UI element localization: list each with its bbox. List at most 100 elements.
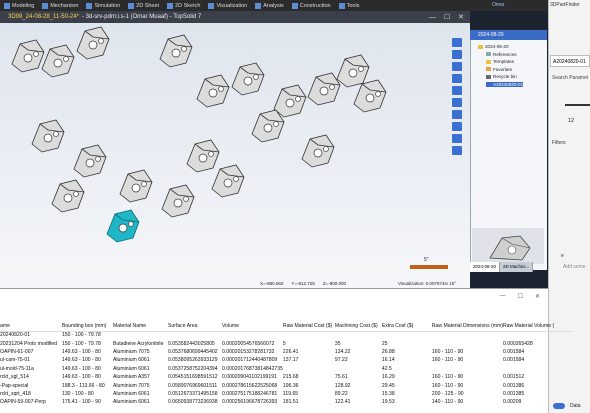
ribbon-tab-2d-sketch[interactable]: 2D Sketch xyxy=(163,2,204,9)
table-cell: 97.22 xyxy=(334,357,348,364)
ribbon-tab-simulation[interactable]: Simulation xyxy=(82,2,124,9)
layers-icon[interactable] xyxy=(452,134,462,143)
cad-part[interactable] xyxy=(307,72,341,106)
table-cell: 0.00020054576566072 xyxy=(222,340,275,347)
render-icon[interactable] xyxy=(452,146,462,155)
table-row[interactable]: -Pap-special 188.3 - 113.66 - 80 Aluminium… xyxy=(0,381,573,389)
ribbon-tab-analysis[interactable]: Analysis xyxy=(251,2,287,9)
tree-item[interactable]: Templates xyxy=(486,59,514,64)
rotate-icon[interactable] xyxy=(452,62,462,71)
minimize-button[interactable]: — xyxy=(429,14,436,21)
cad-part[interactable] xyxy=(51,179,85,213)
cad-part[interactable] xyxy=(106,209,140,243)
3d-viewport[interactable] xyxy=(0,23,470,288)
table-row[interactable]: ul-mold-75-11a 149.63 - 100 - 80 Aluminium… xyxy=(0,365,573,373)
table-cell: 0.000201712440487809 xyxy=(222,357,278,364)
column-header[interactable]: Machining Cost ($) xyxy=(334,322,382,332)
add-some-hint: Add some xyxy=(563,264,586,270)
ribbon-tab-modeling[interactable]: Modeling xyxy=(0,2,38,9)
column-header[interactable]: Material Name xyxy=(113,322,168,332)
table-row[interactable]: rckt_sqrt_418 130 - 100 - 80 Aluminium 606… xyxy=(0,390,573,398)
cad-part[interactable] xyxy=(161,184,195,218)
cad-part[interactable] xyxy=(119,169,153,203)
column-header[interactable]: Bounding box (mm) xyxy=(62,322,113,332)
tree-item[interactable]: A20240820-01 xyxy=(486,81,524,87)
cad-part[interactable] xyxy=(353,79,387,113)
part-code-field[interactable]: A20240820-01 xyxy=(550,55,590,67)
table-cell: 149.63 - 100 - 80 xyxy=(62,348,101,355)
ribbon-tab-2d-sheet[interactable]: 2D Sheet xyxy=(124,2,163,9)
cad-part[interactable] xyxy=(211,164,245,198)
ribbon-tab-label: Modeling xyxy=(12,2,35,9)
cad-part[interactable] xyxy=(73,144,107,178)
tree-item[interactable]: Recycle bin xyxy=(486,74,517,79)
search-parameters-label[interactable]: Search Paramet xyxy=(552,75,588,81)
table-cell: 122.41 xyxy=(334,399,351,406)
coord-y: Y=-812.728 xyxy=(291,281,315,286)
cad-part[interactable] xyxy=(159,34,193,68)
table-row[interactable]: ul-cam-75-01 149.63 - 100 - 80 Aluminium 6… xyxy=(0,356,573,364)
column-header[interactable]: Extra Cost ($) xyxy=(381,322,432,332)
measure-icon[interactable] xyxy=(452,122,462,131)
tree-item-label: Templates xyxy=(493,59,514,64)
tab-project[interactable]: 2024-08-20 xyxy=(470,262,501,272)
table-cell: 150 - 100 - 79.78 xyxy=(62,340,101,347)
ribbon-tab-icon xyxy=(42,2,49,9)
column-header[interactable]: ame xyxy=(0,322,62,332)
cad-part[interactable] xyxy=(231,62,265,96)
table-cell: ul-mold-75-11a xyxy=(0,365,34,372)
table-row[interactable]: OAPIN-59-007-Perp 175.41 - 100 - 90 Alumin… xyxy=(0,398,573,406)
fit-icon[interactable] xyxy=(452,74,462,83)
shading-icon[interactable] xyxy=(452,98,462,107)
table-cell: 0.000278615622525068 xyxy=(222,382,278,389)
cad-part[interactable] xyxy=(11,39,45,73)
ribbon-tab-tools[interactable]: Tools xyxy=(335,2,364,9)
cad-part[interactable] xyxy=(251,109,285,143)
cad-part[interactable] xyxy=(336,54,370,88)
column-header[interactable]: Volume xyxy=(222,322,283,332)
table-cell: rckt_sgl_514 xyxy=(0,374,29,381)
table-row[interactable]: 20240820-01 150 - 100 - 79.78 xyxy=(0,331,573,339)
table-cell: Butadiene Acrylonitrile xyxy=(113,340,164,347)
view-cube-icon[interactable] xyxy=(452,86,462,95)
cad-part[interactable] xyxy=(76,26,110,60)
ribbon-tab-label: Analysis xyxy=(263,2,284,9)
ribbon-tab-mechanism[interactable]: Mechanism xyxy=(38,2,82,9)
table-row[interactable]: OAPIN-61-007 149.63 - 100 - 80 Aluminium 7… xyxy=(0,348,573,356)
maximize-button[interactable]: ☐ xyxy=(444,13,450,21)
table-cell: 19.53 xyxy=(381,399,395,406)
user-name[interactable]: Omar xyxy=(492,2,505,8)
column-header[interactable]: Raw Material Volume ( xyxy=(502,322,573,332)
cad-part[interactable] xyxy=(196,74,230,108)
column-header[interactable]: Raw Material Cost ($) xyxy=(282,322,335,332)
table-row[interactable]: 20231204 Proto modified 150 - 100 - 79.78… xyxy=(0,339,573,347)
filters-label[interactable]: Filters xyxy=(552,140,566,146)
tree-item[interactable]: 2024-08-20 xyxy=(478,44,509,49)
ribbon-tab-visualization[interactable]: Visualization xyxy=(204,2,251,9)
column-header[interactable]: Surface Area xyxy=(168,322,222,332)
result-count-input[interactable]: 12 xyxy=(568,118,574,124)
similarity-slider[interactable] xyxy=(565,104,590,106)
tree-item[interactable]: References xyxy=(486,52,517,57)
pan-icon[interactable] xyxy=(452,50,462,59)
cad-part[interactable] xyxy=(186,139,220,173)
cad-part[interactable] xyxy=(31,119,65,153)
cad-part[interactable] xyxy=(41,44,75,78)
zoom-icon[interactable] xyxy=(452,38,462,47)
cad-part[interactable] xyxy=(273,84,307,118)
finder-fragment-label: e xyxy=(561,253,564,259)
table-close-button[interactable]: ✕ xyxy=(535,293,540,300)
section-icon[interactable] xyxy=(452,110,462,119)
table-cell: 181.51 xyxy=(282,399,299,406)
cad-part[interactable] xyxy=(301,134,335,168)
table-row[interactable]: rckt_sgl_514 149.63 - 100 - 80 Aluminium A… xyxy=(0,373,573,381)
close-button[interactable]: ✕ xyxy=(458,13,464,21)
ribbon-tab-construction[interactable]: Construction xyxy=(288,2,335,9)
tree-item[interactable]: Favorites xyxy=(486,67,512,72)
column-header[interactable]: Raw Material Dimensions (mm) xyxy=(431,322,503,332)
tab-machining[interactable]: 2D Machini... xyxy=(500,262,534,272)
tree-item-label: 2024-08-20 xyxy=(485,44,509,49)
table-minimize-button[interactable]: — xyxy=(500,293,506,300)
table-maximize-button[interactable]: ☐ xyxy=(518,293,523,300)
table-cell: ul-cam-75-01 xyxy=(0,357,31,364)
